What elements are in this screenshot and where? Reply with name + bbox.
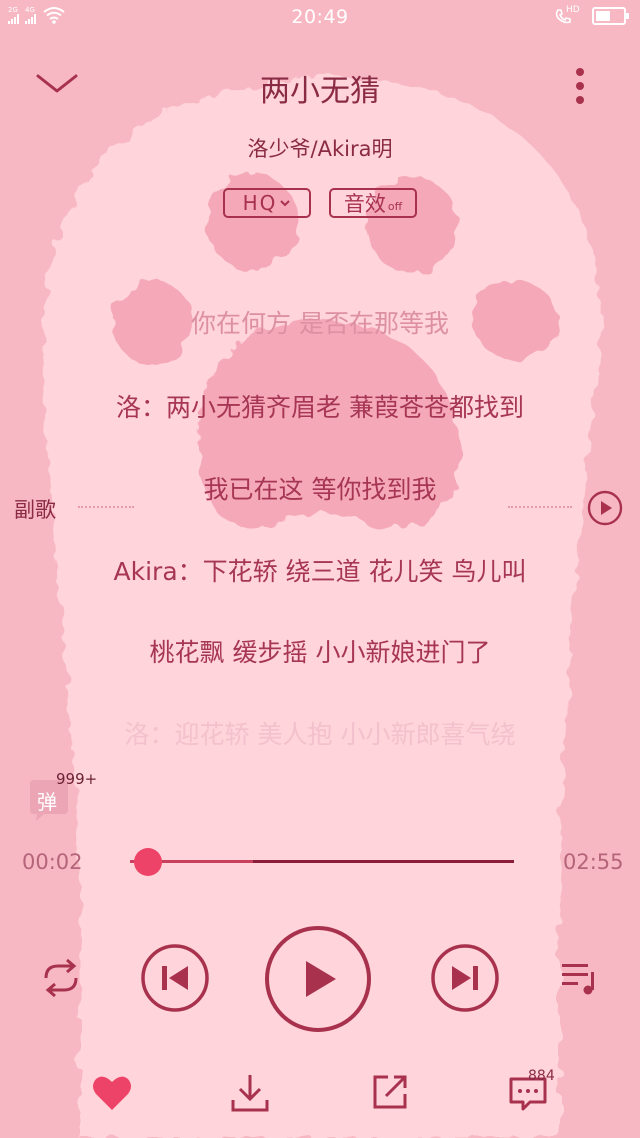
dotted-divider xyxy=(78,506,134,508)
lyric-line: 桃花飘 缓步摇 小小新娘进门了 xyxy=(149,638,491,667)
effect-state: off xyxy=(387,199,403,213)
danmu-label: 弹 xyxy=(37,790,57,814)
progress-bar[interactable] xyxy=(130,860,514,863)
lyric-line: 你在何方 是否在那等我 xyxy=(191,309,449,338)
total-time: 02:55 xyxy=(563,850,624,874)
heart-icon[interactable] xyxy=(92,1074,132,1112)
sound-effect-button[interactable]: 音效 off xyxy=(329,188,417,218)
next-track-icon[interactable] xyxy=(430,943,500,1013)
previous-track-icon[interactable] xyxy=(140,943,210,1013)
comment-count: 884 xyxy=(528,1068,555,1084)
play-icon[interactable] xyxy=(264,925,372,1033)
play-from-line-icon[interactable] xyxy=(586,489,624,527)
status-right: HD xyxy=(554,5,630,27)
playlist-icon[interactable] xyxy=(560,958,600,998)
effect-label: 音效 xyxy=(343,192,386,216)
dotted-divider xyxy=(508,506,572,508)
share-icon[interactable] xyxy=(370,1072,410,1112)
download-icon[interactable] xyxy=(230,1072,270,1114)
status-bar: 2G 4G 20:49 HD xyxy=(0,0,640,34)
battery-icon xyxy=(592,7,629,25)
artist-name[interactable]: 洛少爷/Akira明 xyxy=(0,133,640,163)
danmu-count: 999+ xyxy=(56,770,98,788)
chevron-down-icon xyxy=(280,200,291,207)
lyric-line: 洛：迎花轿 美人抱 小小新郎喜气绕 xyxy=(124,720,516,749)
lyric-line: Akira：下花轿 绕三道 花儿笑 鸟儿叫 xyxy=(113,557,527,586)
hd-call-icon: HD xyxy=(554,5,580,27)
current-time: 00:02 xyxy=(22,850,83,874)
clock: 20:49 xyxy=(291,6,349,28)
quality-label: HQ xyxy=(242,191,278,215)
repeat-icon[interactable] xyxy=(38,958,84,998)
section-label: 副歌 xyxy=(14,498,56,522)
lyric-line: 洛：两小无猜齐眉老 蒹葭苍苍都找到 xyxy=(116,393,524,422)
quality-button[interactable]: HQ xyxy=(223,188,311,218)
song-title: 两小无猜 xyxy=(260,74,380,109)
more-options-icon[interactable] xyxy=(560,64,600,108)
lyric-line: 我已在这 等你找到我 xyxy=(203,475,437,504)
hd-label: HD xyxy=(566,5,580,15)
